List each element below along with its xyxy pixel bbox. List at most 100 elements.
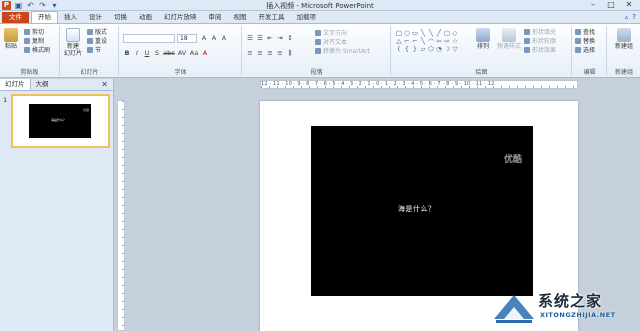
layout-button[interactable]: 版式 — [87, 29, 107, 37]
shape-icon[interactable]: ╱ — [435, 29, 443, 37]
shape-icon[interactable]: ◇ — [451, 29, 459, 37]
shape-icon[interactable]: ○ — [403, 29, 411, 37]
tab-animations[interactable]: 动画 — [133, 12, 158, 23]
group-label-drawing: 绘图 — [475, 69, 488, 76]
increase-indent-icon[interactable]: ⇥ — [276, 34, 284, 42]
shape-icon[interactable]: ☆ — [451, 37, 459, 45]
align-buttons: ≡ ≡ ≡ ≡ ⫼ — [246, 49, 294, 57]
shape-icon[interactable]: ◠ — [427, 37, 435, 45]
numbering-icon[interactable]: ☰ — [256, 34, 264, 42]
tab-file[interactable]: 文件 — [2, 12, 29, 23]
new-group-button[interactable]: 新建组 — [615, 28, 633, 50]
bullets-icon[interactable]: ☰ — [246, 34, 254, 42]
slide-thumbnail[interactable]: 海是什么？ 优酷 — [11, 94, 110, 148]
shapes-gallery[interactable]: □ ○ ▭ ╲ ╲ ╱ ▢ ◇ △ ⌐ ⌐ ╲ ◠ ⇦ ⇨ ☆ ( { } ▱ … — [395, 29, 459, 53]
tab-insert[interactable]: 插入 — [58, 12, 83, 23]
smartart-button[interactable]: 转换为 SmartArt — [315, 48, 370, 56]
video-caption: 海是什么？ — [398, 205, 436, 213]
copy-button[interactable]: 复制 — [24, 38, 44, 46]
select-button[interactable]: 选择 — [575, 47, 595, 55]
group-label-new: 新建组 — [614, 69, 633, 76]
shape-icon[interactable]: ⇦ — [435, 37, 443, 45]
shape-icon[interactable]: ▽ — [451, 45, 459, 53]
shape-icon[interactable]: ╲ — [427, 29, 435, 37]
tab-outline[interactable]: 大纲 — [31, 79, 54, 90]
tab-design[interactable]: 设计 — [83, 12, 108, 23]
shape-icon[interactable]: ⌐ — [403, 37, 411, 45]
shape-icon[interactable]: ⬠ — [427, 45, 435, 53]
help-icon[interactable]: ? — [632, 13, 636, 21]
shadow-icon[interactable]: S — [153, 49, 161, 57]
font-size-field[interactable]: 18 — [177, 34, 197, 43]
align-right-icon[interactable]: ≡ — [266, 49, 274, 57]
watermark-url: XITONGZHIJIA.NET — [540, 311, 616, 319]
maximize-icon[interactable]: □ — [602, 0, 620, 10]
close-panel-icon[interactable]: ✕ — [101, 80, 108, 90]
tab-view[interactable]: 视图 — [228, 12, 253, 23]
group-slides: 新建 幻灯片 版式 重设 节 幻灯片 — [61, 26, 119, 76]
horizontal-ruler: 12 · 11 · 10 · 9 · 8 · 7 · 6 · 5 · 4 · 3… — [260, 80, 578, 89]
cut-button[interactable]: 剪切 — [24, 29, 44, 37]
font-size-buttons: A A A — [200, 34, 228, 42]
shape-icon[interactable]: □ — [395, 29, 403, 37]
replace-button[interactable]: 替换 — [575, 38, 595, 46]
shape-icon[interactable]: } — [411, 45, 419, 53]
align-center-icon[interactable]: ≡ — [256, 49, 264, 57]
tab-home[interactable]: 开始 — [31, 11, 58, 23]
thumbnail-text: 海是什么？ — [51, 118, 67, 122]
tab-slideshow[interactable]: 幻灯片放映 — [158, 12, 203, 23]
shape-icon[interactable]: ▭ — [411, 29, 419, 37]
bold-icon[interactable]: B — [123, 49, 131, 57]
shape-icon[interactable]: ╲ — [419, 37, 427, 45]
shape-icon[interactable]: ▢ — [443, 29, 451, 37]
grow-font-icon[interactable]: A — [200, 34, 208, 42]
text-direction-button[interactable]: 文字方向 — [315, 30, 347, 38]
shape-fill-button[interactable]: 形状填充 — [524, 29, 556, 37]
reset-button[interactable]: 重设 — [87, 38, 107, 46]
decrease-indent-icon[interactable]: ⇤ — [266, 34, 274, 42]
justify-icon[interactable]: ≡ — [276, 49, 284, 57]
strikethrough-icon[interactable]: abc — [163, 49, 175, 57]
arrange-button[interactable]: 排列 — [474, 28, 492, 50]
change-case-icon[interactable]: Aa — [189, 49, 199, 57]
align-text-button[interactable]: 对齐文本 — [315, 39, 347, 47]
tab-review[interactable]: 审阅 — [203, 12, 228, 23]
font-name-field[interactable] — [123, 34, 175, 43]
minimize-ribbon-icon[interactable]: ▵ — [625, 13, 629, 21]
paste-button[interactable]: 粘贴 — [2, 28, 20, 50]
clear-format-icon[interactable]: A — [220, 34, 228, 42]
shape-icon[interactable]: ☽ — [443, 45, 451, 53]
shape-outline-button[interactable]: 形状轮廓 — [524, 38, 556, 46]
video-object[interactable]: 优酷 海是什么？ — [311, 126, 533, 296]
italic-icon[interactable]: I — [133, 49, 141, 57]
smartart-icon — [315, 48, 321, 54]
shape-icon[interactable]: { — [403, 45, 411, 53]
align-left-icon[interactable]: ≡ — [246, 49, 254, 57]
shape-icon[interactable]: △ — [395, 37, 403, 45]
format-painter-button[interactable]: 格式刷 — [24, 47, 50, 55]
section-button[interactable]: 节 — [87, 47, 101, 55]
tab-transitions[interactable]: 切换 — [108, 12, 133, 23]
close-icon[interactable]: ✕ — [620, 0, 638, 10]
tab-developer[interactable]: 开发工具 — [253, 12, 291, 23]
underline-icon[interactable]: U — [143, 49, 151, 57]
shape-icon[interactable]: ( — [395, 45, 403, 53]
line-spacing-icon[interactable]: ↕ — [286, 34, 294, 42]
shape-icon[interactable]: ╲ — [419, 29, 427, 37]
minimize-icon[interactable]: – — [584, 0, 602, 10]
group-font: 18 A A A B I U S abc AV Aa A 字体 — [120, 26, 242, 76]
shape-icon[interactable]: ⌐ — [411, 37, 419, 45]
shape-effects-button[interactable]: 形状效果 — [524, 47, 556, 55]
font-color-icon[interactable]: A — [201, 49, 209, 57]
find-button[interactable]: 查找 — [575, 29, 595, 37]
shape-icon[interactable]: ◔ — [435, 45, 443, 53]
shrink-font-icon[interactable]: A — [210, 34, 218, 42]
char-spacing-icon[interactable]: AV — [177, 49, 187, 57]
new-slide-button[interactable]: 新建 幻灯片 — [64, 28, 82, 57]
tab-slides[interactable]: 幻灯片 — [0, 79, 31, 90]
tab-addins[interactable]: 加载项 — [291, 12, 323, 23]
shape-icon[interactable]: ▱ — [419, 45, 427, 53]
columns-icon[interactable]: ⫼ — [286, 49, 294, 57]
quick-styles-button[interactable]: 快速样式 — [496, 28, 522, 50]
shape-icon[interactable]: ⇨ — [443, 37, 451, 45]
